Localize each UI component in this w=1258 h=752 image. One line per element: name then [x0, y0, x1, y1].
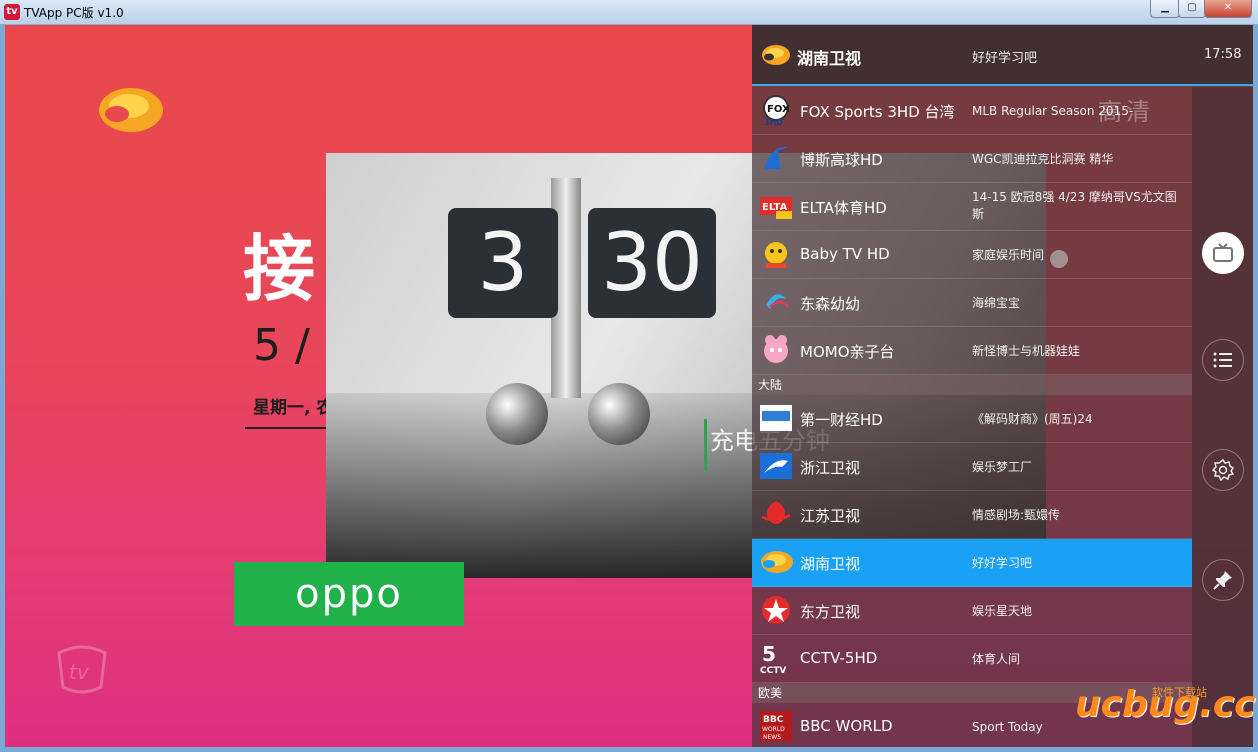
close-button[interactable]: ✕ [1204, 0, 1252, 18]
channel-name: Baby TV HD [800, 245, 890, 263]
svg-text:WORLD: WORLD [762, 726, 785, 733]
settings-button[interactable] [1202, 449, 1244, 491]
channel-program: WGC凯迪拉克比洞赛 精华 [972, 152, 1114, 166]
tv-watermark-icon: tv [57, 645, 107, 694]
channel-row[interactable]: 东森幼幼 海绵宝宝 [752, 279, 1192, 327]
flip-clock-minute: 30 [588, 208, 716, 318]
channel-row[interactable]: ELTA ELTA体育HD 14-15 欧冠8强 4/23 摩纳哥VS尤文图斯 [752, 183, 1192, 231]
channel-program: 《解码财商》(周五)24 [972, 412, 1093, 426]
momo-logo [764, 335, 788, 363]
elta-logo: ELTA [760, 197, 792, 219]
channel-name: ELTA体育HD [800, 199, 887, 217]
hunan-tv-logo [99, 88, 163, 132]
channel-name: 湖南卫视 [800, 555, 861, 573]
pin-button[interactable] [1202, 559, 1244, 601]
channel-name: CCTV-5HD [800, 649, 878, 667]
cursor-dot [1050, 250, 1068, 268]
oppo-logo: oppo [234, 562, 464, 626]
channel-row[interactable]: 5 CCTV CCTV-5HD 体育人间 [752, 635, 1192, 683]
channel-program: 海绵宝宝 [972, 296, 1021, 310]
hunan-tv-logo-icon [762, 45, 790, 65]
channel-row[interactable]: 东方卫视 娱乐星天地 [752, 587, 1192, 635]
window-title: TVApp PC版 v1.0 [24, 6, 124, 20]
svg-text:tv: tv [69, 660, 90, 684]
caption-bar [704, 419, 707, 471]
channel-name: 江苏卫视 [800, 507, 861, 525]
now-playing-program: 好好学习吧 [972, 51, 1038, 66]
clock-ball-left [486, 383, 548, 445]
zhejiang-logo [760, 453, 792, 479]
tv-app-icon: tv [4, 4, 20, 20]
channel-program: 情感剧场:甄嬛传 [972, 508, 1061, 522]
channel-program: 娱乐星天地 [972, 604, 1033, 618]
promo-date: 5 / [253, 320, 310, 371]
channel-row[interactable]: 浙江卫视 娱乐梦工厂 [752, 443, 1192, 491]
channel-program: 体育人间 [972, 652, 1021, 666]
ucbug-tagline: 软件下载站 [1152, 686, 1207, 699]
ettv-kids-logo [766, 294, 789, 309]
group-header-mainland: 大陆 [752, 375, 1192, 395]
minimize-button[interactable]: ▁ [1150, 0, 1180, 18]
channel-row[interactable]: Baby TV HD 家庭娱乐时间 [752, 231, 1192, 279]
cctv5-logo: 5 CCTV [760, 642, 786, 675]
svg-text:BBC: BBC [763, 715, 784, 725]
clock-ball-right [588, 383, 650, 445]
flip-clock-hour: 3 [448, 208, 558, 318]
channel-name: 浙江卫视 [800, 459, 861, 477]
yicai-logo [760, 405, 792, 431]
promo-headline-char: 接 [243, 227, 316, 311]
channel-name: 东方卫视 [800, 603, 861, 621]
fox-sports-logo: FOX 3HD [763, 95, 790, 127]
playlist-button[interactable] [1202, 339, 1244, 381]
hunan-logo [761, 551, 793, 573]
babytv-logo [765, 242, 787, 268]
title-bar: tv TVApp PC版 v1.0 ▁ ▢ ✕ [0, 0, 1258, 25]
pin-icon [1213, 571, 1232, 590]
channel-row[interactable]: 江苏卫视 情感剧场:甄嬛传 [752, 491, 1192, 539]
channel-name: BBC WORLD [800, 717, 893, 735]
list-icon [1213, 352, 1232, 368]
promo-day: 星期一, 农 [253, 398, 334, 418]
channel-panel: 湖南卫视 好好学习吧 17:58 高清 FOX 3HD FOX Sports 3… [752, 25, 1253, 747]
promo-underline [245, 427, 335, 429]
channel-row[interactable]: 第一财经HD 《解码财商》(周五)24 [752, 395, 1192, 443]
maximize-button[interactable]: ▢ [1178, 0, 1206, 18]
channel-name: 博斯高球HD [800, 151, 883, 169]
watermark-tld: .cc [1199, 684, 1256, 725]
channel-list[interactable]: FOX 3HD FOX Sports 3HD 台湾 MLB Regular Se… [752, 87, 1192, 747]
now-playing-channel: 湖南卫视 [797, 49, 862, 68]
svg-text:NEWS: NEWS [763, 734, 781, 741]
channel-name: MOMO亲子台 [800, 343, 895, 361]
channel-program: MLB Regular Season 2015- [972, 104, 1134, 118]
clock-readout: 17:58 [1204, 47, 1242, 62]
tv-icon [1213, 243, 1233, 262]
bos-golf-logo [764, 146, 788, 169]
gear-icon [1212, 459, 1234, 481]
channel-name: 第一财经HD [800, 411, 883, 429]
channel-row[interactable]: FOX 3HD FOX Sports 3HD 台湾 MLB Regular Se… [752, 87, 1192, 135]
side-toolbar [1192, 87, 1253, 747]
svg-text:5: 5 [762, 642, 776, 666]
channel-name: FOX Sports 3HD 台湾 [800, 103, 955, 121]
svg-text:CCTV: CCTV [760, 666, 786, 675]
channel-program: 好好学习吧 [972, 556, 1033, 570]
jiangsu-logo [761, 501, 791, 524]
channel-row-selected[interactable]: 湖南卫视 好好学习吧 [752, 539, 1192, 587]
channel-row[interactable]: MOMO亲子台 新怪博士与机器娃娃 [752, 327, 1192, 375]
channel-row[interactable]: 博斯高球HD WGC凯迪拉克比洞赛 精华 [752, 135, 1192, 183]
channel-program: 14-15 欧冠8强 4/23 摩纳哥VS尤文图斯 [972, 190, 1177, 221]
svg-text:FOX: FOX [767, 104, 790, 115]
channel-program: 新怪博士与机器娃娃 [972, 344, 1081, 358]
channel-program: 家庭娱乐时间 [972, 248, 1045, 262]
dragon-tv-logo [762, 596, 790, 624]
channel-program: 娱乐梦工厂 [972, 460, 1033, 474]
now-playing-header: 湖南卫视 好好学习吧 17:58 [752, 25, 1253, 86]
svg-text:3HD: 3HD [764, 118, 783, 127]
tv-channels-button[interactable] [1202, 232, 1244, 274]
channel-name: 东森幼幼 [800, 295, 861, 313]
bbc-logo: BBC WORLD NEWS [760, 711, 792, 741]
